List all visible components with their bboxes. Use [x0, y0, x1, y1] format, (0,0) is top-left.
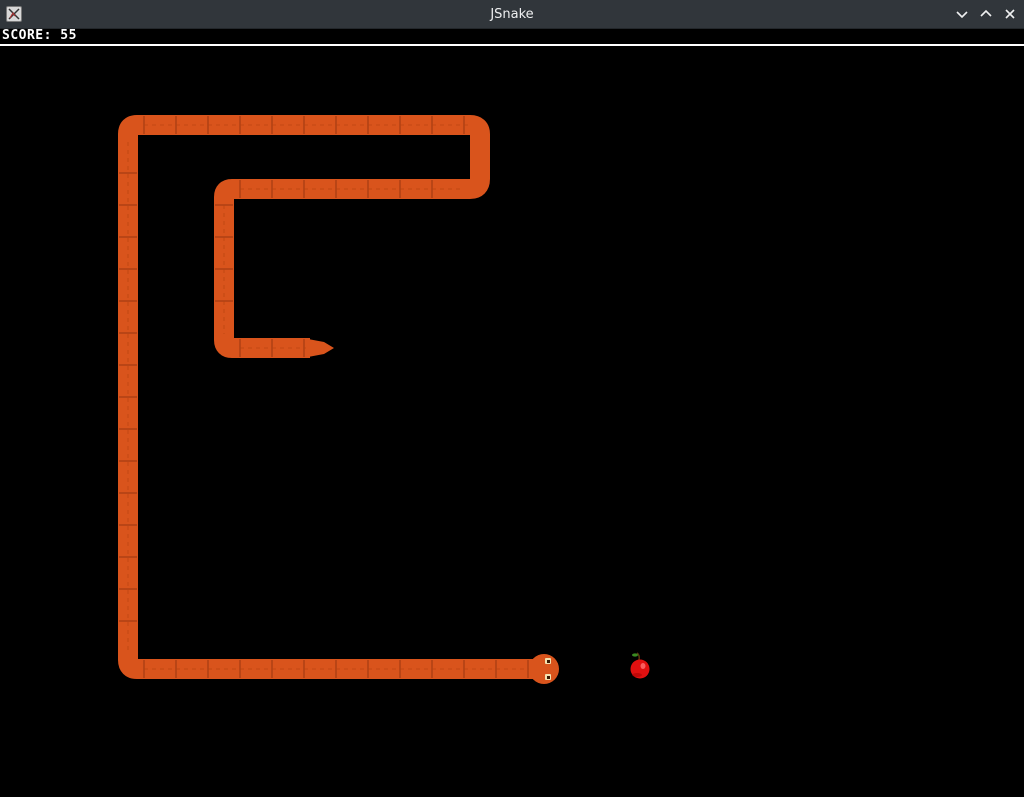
snake-body	[118, 115, 535, 679]
chevron-down-icon	[956, 11, 968, 19]
window-title: JSnake	[490, 7, 534, 22]
score-bar: SCORE: 55	[0, 29, 1024, 45]
snake	[118, 115, 559, 684]
game-board[interactable]	[0, 46, 1024, 797]
minimize-button[interactable]	[953, 5, 971, 23]
maximize-button[interactable]	[977, 5, 995, 23]
title-bar[interactable]: JSnake	[0, 0, 1024, 29]
snake-tail	[308, 339, 334, 357]
close-icon	[1005, 9, 1015, 19]
game-canvas	[118, 115, 650, 684]
score-text: SCORE: 55	[2, 28, 77, 43]
snake-segments	[119, 116, 529, 678]
close-button[interactable]	[1001, 5, 1019, 23]
game-window: JSnake SCORE: 55	[0, 0, 1024, 797]
apple-icon	[630, 652, 650, 679]
snake-head	[529, 654, 559, 684]
chevron-up-icon	[980, 9, 992, 17]
